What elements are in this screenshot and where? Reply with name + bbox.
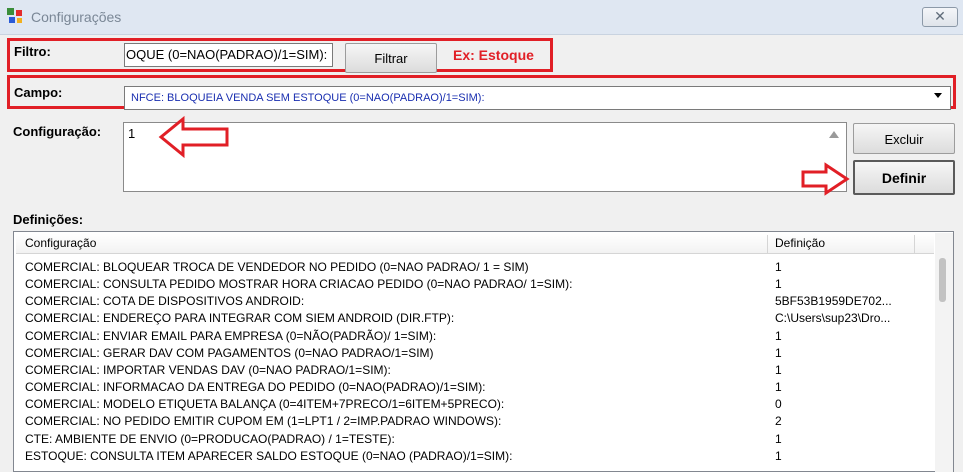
table-cell-definicao[interactable]: 1 <box>775 276 915 293</box>
table-cell-definicao[interactable]: 1 <box>775 328 915 345</box>
column-divider[interactable] <box>914 235 915 253</box>
table-cell-configuracao[interactable]: COMERCIAL: ENDEREÇO PARA INTEGRAR COM SI… <box>25 310 763 327</box>
column-divider[interactable] <box>767 235 768 253</box>
definicoes-label: Definições: <box>13 212 84 227</box>
arrow-right-annotation-icon <box>800 162 850 196</box>
app-logo-icon <box>6 7 26 27</box>
close-button[interactable]: ✕ <box>922 7 958 27</box>
table-cell-definicao[interactable]: 1 <box>775 259 915 276</box>
table-cell-configuracao[interactable]: COMERCIAL: COTA DE DISPOSITIVOS ANDROID: <box>25 293 763 310</box>
scroll-up-icon[interactable] <box>829 131 839 138</box>
campo-label: Campo: <box>14 85 63 100</box>
configuracao-textarea[interactable] <box>123 122 847 192</box>
chevron-down-icon[interactable] <box>934 93 942 98</box>
table-cell-configuracao[interactable]: COMERCIAL: ENVIAR EMAIL PARA EMPRESA (0=… <box>25 328 763 345</box>
excluir-button[interactable]: Excluir <box>853 123 955 154</box>
table-cell-definicao[interactable]: 1 <box>775 345 915 362</box>
table-cell-definicao[interactable]: 1 <box>775 448 915 465</box>
definir-button[interactable]: Definir <box>853 160 955 195</box>
configuracao-label: Configuração: <box>13 124 102 139</box>
table-cell-configuracao[interactable]: COMERCIAL: BLOQUEAR TROCA DE VENDEDOR NO… <box>25 259 763 276</box>
table-cell-definicao[interactable]: 2 <box>775 413 915 430</box>
filtro-label: Filtro: <box>14 44 51 59</box>
filtrar-button[interactable]: Filtrar <box>345 43 437 73</box>
table-cell-configuracao[interactable]: COMERCIAL: GERAR DAV COM PAGAMENTOS (0=N… <box>25 345 763 362</box>
column-header-definicao[interactable]: Definição <box>775 234 825 253</box>
campo-dropdown[interactable]: NFCE: BLOQUEIA VENDA SEM ESTOQUE (0=NAO(… <box>124 86 951 110</box>
example-hint: Ex: Estoque <box>453 47 534 63</box>
table-cell-configuracao[interactable]: COMERCIAL: MODELO ETIQUETA BALANÇA (0=4I… <box>25 396 763 413</box>
table-scroll-thumb[interactable] <box>939 258 946 302</box>
table-cell-configuracao[interactable]: ESTOQUE: CONSULTA ITEM APARECER SALDO ES… <box>25 448 763 465</box>
table-cell-definicao[interactable]: 5BF53B1959DE702... <box>775 293 915 310</box>
table-cell-definicao[interactable]: 1 <box>775 431 915 448</box>
window-title: Configurações <box>31 9 122 25</box>
configuracao-value: 1 <box>128 126 136 141</box>
arrow-left-annotation-icon <box>158 115 230 159</box>
title-bar <box>0 0 963 35</box>
table-cell-definicao[interactable]: 1 <box>775 379 915 396</box>
table-cell-definicao[interactable]: 0 <box>775 396 915 413</box>
table-cell-configuracao[interactable]: COMERCIAL: IMPORTAR VENDAS DAV (0=NAO PA… <box>25 362 763 379</box>
table-cell-definicao[interactable]: 1 <box>775 362 915 379</box>
table-cell-configuracao[interactable]: COMERCIAL: CONSULTA PEDIDO MOSTRAR HORA … <box>25 276 763 293</box>
table-cell-definicao[interactable]: C:\Users\sup23\Dro... <box>775 310 915 327</box>
table-cell-configuracao[interactable]: COMERCIAL: INFORMACAO DA ENTREGA DO PEDI… <box>25 379 763 396</box>
column-header-configuracao[interactable]: Configuração <box>25 234 96 253</box>
table-cell-configuracao[interactable]: CTE: AMBIENTE DE ENVIO (0=PRODUCAO(PADRA… <box>25 431 763 448</box>
filtro-input[interactable]: OQUE (0=NAO(PADRAO)/1=SIM): <box>124 43 333 67</box>
table-cell-configuracao[interactable]: COMERCIAL: NO PEDIDO EMITIR CUPOM EM (1=… <box>25 413 763 430</box>
